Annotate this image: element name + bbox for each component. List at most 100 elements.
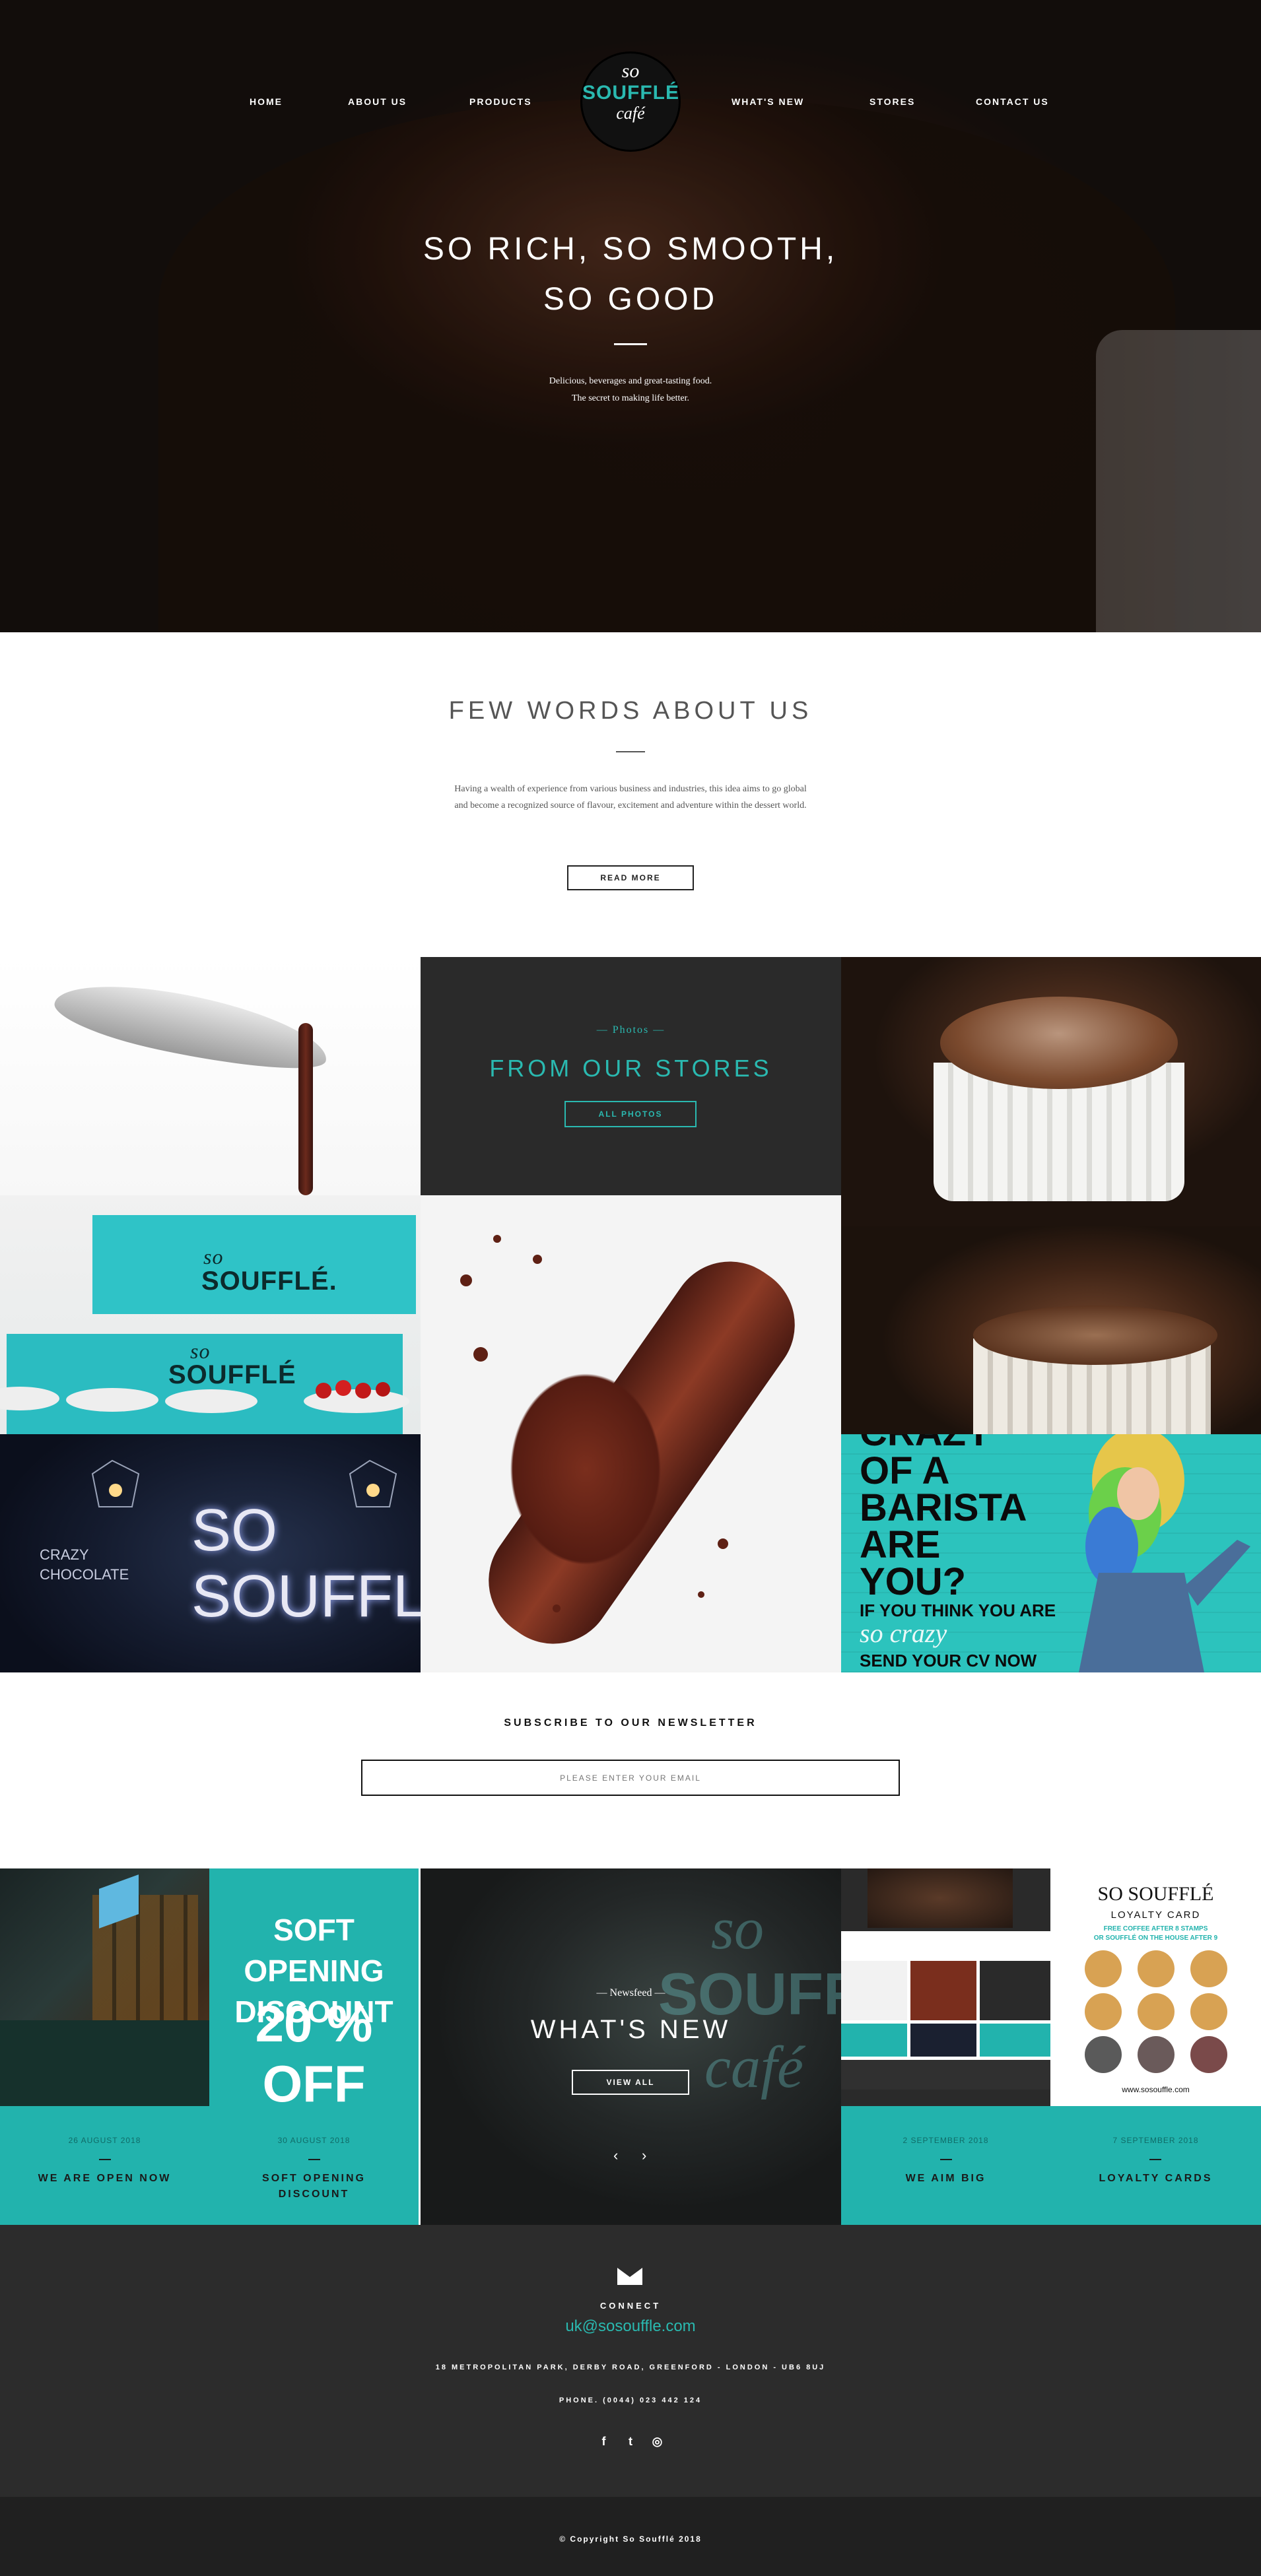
screenshot-tile [980, 2024, 1050, 2057]
news-section: 26 AUGUST 2018 WE ARE OPEN NOW SOFT OPEN… [0, 1868, 1261, 2225]
nav-stores[interactable]: STORES [869, 96, 915, 107]
gallery-souffle-image-1[interactable] [841, 957, 1261, 1226]
stores-promo-tile: — Photos — FROM OUR STORES ALL PHOTOS [421, 957, 841, 1195]
loyalty-card-line1: FREE COFFEE AFTER 8 STAMPS [1103, 1925, 1208, 1932]
souffle-top-shape [940, 997, 1178, 1089]
screenshot-hero-shape [868, 1868, 1013, 1928]
hero-subtitle: Delicious, beverages and great-tasting f… [0, 373, 1261, 407]
news-card-2-title-line1: SOFT OPENING [262, 2173, 366, 2184]
nav-whats-new[interactable]: WHAT'S NEW [732, 96, 804, 107]
splash-blob-shape [500, 1360, 671, 1578]
gallery-souffle-image-2[interactable] [841, 1226, 1261, 1434]
splash-dot [718, 1538, 728, 1549]
splash-dot [473, 1347, 488, 1362]
barista-line-3: BARISTA [860, 1486, 1027, 1529]
hero-title-line1: SO RICH, SO SMOOTH, [423, 232, 838, 267]
hero-title-line2: SO GOOD [543, 282, 718, 317]
splash-dot [493, 1235, 501, 1243]
splash-dot [553, 1604, 561, 1612]
logo-line2: SOUFFLÉ [582, 82, 679, 104]
nav-contact-us[interactable]: CONTACT US [976, 96, 1049, 107]
gallery-neon-sign-image[interactable]: SO SOUFFLé CRAZY CHOCOLATE [0, 1434, 421, 1672]
barista-cv-text: SEND YOUR CV NOW [860, 1651, 1037, 1670]
site-logo[interactable]: so SOUFFLÉ café [580, 51, 681, 152]
gallery-barista-image[interactable]: CRAZY OF A BARISTA ARE YOU? IF YOU THINK… [841, 1434, 1261, 1672]
woman-figure-icon [1079, 1434, 1250, 1672]
cupcakes-icon [0, 1380, 409, 1413]
news-card-2-title: SOFT OPENING DISCOUNT [209, 2171, 419, 2202]
envelope-icon [617, 2268, 642, 2285]
news-card-4-date: 7 SEPTEMBER 2018 [1112, 2136, 1199, 2145]
news-card-3-title: WE AIM BIG [905, 2173, 986, 2184]
screenshot-tile [841, 1961, 907, 2020]
news-card-1-date: 26 AUGUST 2018 [68, 2136, 141, 2145]
splash-dot [533, 1255, 542, 1264]
screenshot-tile [910, 1961, 976, 2020]
stamps-icon [1085, 1950, 1227, 2073]
copyright-text: © Copyright So Soufflé 2018 [559, 2534, 702, 2544]
loyalty-card-sub: LOYALTY CARD [1110, 1909, 1201, 1921]
gallery-chocolate-splash-image[interactable] [421, 1195, 841, 1672]
read-more-button[interactable]: READ MORE [567, 865, 694, 890]
newsletter-heading: SUBSCRIBE TO OUR NEWSLETTER [504, 1717, 757, 1729]
whats-new-heading: WHAT'S NEW [530, 2015, 732, 2044]
promo-line3: 20 % OFF [255, 1995, 373, 2106]
about-body: Having a wealth of experience from vario… [454, 784, 807, 810]
counter-shape [0, 2020, 209, 2106]
loyalty-card-url: www.sosouffle.com [1122, 2085, 1190, 2094]
news-card-4[interactable]: SO SOUFFLÉ LOYALTY CARD FREE COFFEE AFTE… [1050, 1868, 1261, 2225]
about-heading: FEW WORDS ABOUT US [448, 697, 813, 725]
footer-address: 18 METROPOLITAN PARK, DERBY ROAD, GREENF… [435, 2363, 826, 2371]
news-card-1[interactable]: 26 AUGUST 2018 WE ARE OPEN NOW [0, 1868, 209, 2225]
newsletter-email-input[interactable] [361, 1760, 900, 1796]
loyalty-card-line2: OR SOUFFLÉ ON THE HOUSE AFTER 9 [1093, 1934, 1218, 1942]
splash-dot [698, 1591, 704, 1598]
screenshot-tile [841, 2024, 907, 2057]
view-all-button[interactable]: VIEW ALL [572, 2070, 689, 2095]
news-card-2-date: 30 AUGUST 2018 [277, 2136, 351, 2145]
facebook-icon[interactable]: f [597, 2435, 611, 2448]
ghost-logo-line1: so [711, 1896, 765, 1962]
nav-about-us[interactable]: ABOUT US [348, 96, 407, 107]
hero-title: SO RICH, SO SMOOTH, SO GOOD [0, 224, 1261, 325]
news-card-1-divider [99, 2159, 111, 2160]
gallery-boxes-image[interactable]: so SOUFFLÉ. so SOUFFLÉ [0, 1195, 421, 1434]
footer: CONNECT uk@sosouffle.com 18 METROPOLITAN… [0, 2225, 1261, 2497]
next-arrow-icon[interactable]: › [642, 2147, 646, 2164]
social-links: f t ◎ [0, 2435, 1261, 2449]
stores-heading: FROM OUR STORES [489, 1055, 772, 1082]
main-nav: HOME ABOUT US PRODUCTS so SOUFFLÉ café W… [0, 0, 1261, 152]
news-card-4-title: LOYALTY CARDS [1099, 2173, 1213, 2184]
all-photos-button[interactable]: ALL PHOTOS [564, 1101, 697, 1127]
connect-label: CONNECT [599, 2301, 662, 2311]
screenshot-tile [841, 2060, 1050, 2090]
news-card-2-image: SOFT OPENING DISCOUNT 20 % OFF [209, 1868, 419, 2106]
whats-new-panel: so SOUFFLÉ café — Newsfeed — WHAT'S NEW … [421, 1868, 936, 2225]
news-card-3[interactable]: 2 SEPTEMBER 2018 WE AIM BIG [841, 1868, 1050, 2225]
logo-line1: so [621, 60, 640, 82]
contact-email-link[interactable]: uk@sosouffle.com [0, 2317, 1261, 2336]
news-card-3-divider [940, 2159, 952, 2160]
news-card-1-title: WE ARE OPEN NOW [38, 2173, 172, 2184]
spoon-shape [50, 968, 333, 1084]
news-card-3-image [841, 1868, 1050, 2106]
loyalty-card-title: SO SOUFFLÉ [1097, 1883, 1214, 1905]
logo-line3: café [616, 104, 645, 123]
nav-products[interactable]: PRODUCTS [469, 96, 532, 107]
gallery-spoon-image[interactable] [0, 957, 421, 1195]
screenshot-tile [910, 2024, 976, 2057]
news-card-2[interactable]: SOFT OPENING DISCOUNT 20 % OFF 30 AUGUST… [209, 1868, 419, 2225]
news-card-1-image [0, 1868, 209, 2106]
promo-line1: SOFT OPENING [244, 1913, 384, 1988]
prev-arrow-icon[interactable]: ‹ [613, 2147, 618, 2164]
about-section: FEW WORDS ABOUT US Having a wealth of ex… [0, 632, 1261, 957]
news-card-2-divider [308, 2159, 320, 2160]
screenshot-tile [980, 1961, 1050, 2020]
newsletter-section: SUBSCRIBE TO OUR NEWSLETTER [0, 1672, 1261, 1868]
instagram-icon[interactable]: ◎ [650, 2435, 664, 2448]
nav-home[interactable]: HOME [250, 96, 283, 107]
barista-line-5: YOU? [860, 1560, 967, 1603]
chocolate-drip-shape [298, 1023, 313, 1195]
copyright-bar: © Copyright So Soufflé 2018 [0, 2497, 1261, 2576]
twitter-icon[interactable]: t [624, 2435, 637, 2448]
